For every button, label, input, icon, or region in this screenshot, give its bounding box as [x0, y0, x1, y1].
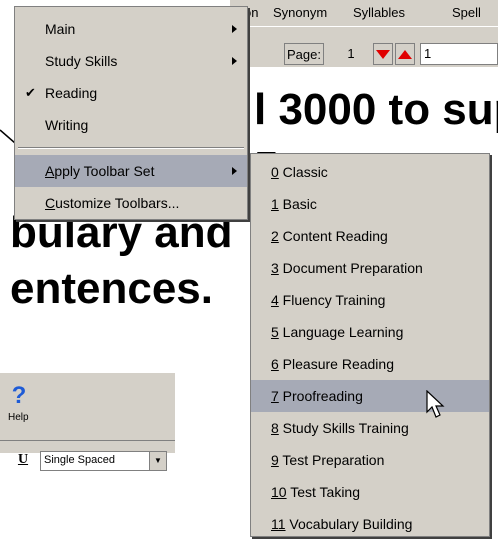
menu-item-label: Reading [45, 85, 98, 101]
menu-item-label: 8 Study Skills Training [271, 420, 409, 436]
menu-item-apply-toolbar-set[interactable]: Apply Toolbar Set [15, 155, 247, 187]
toolbar-set-study-skills-training[interactable]: 8 Study Skills Training [251, 412, 489, 444]
toolbar-set-content-reading[interactable]: 2 Content Reading [251, 220, 489, 252]
menu-syllables[interactable]: Syllables [353, 5, 405, 20]
menu-item-writing[interactable]: Writing [15, 109, 247, 141]
toolbar-set-proofreading[interactable]: 7 Proofreading [251, 380, 489, 412]
menu-item-label: 9 Test Preparation [271, 452, 385, 468]
submenu-arrow-icon [232, 25, 237, 33]
menu-item-label: 0 Classic [271, 164, 328, 180]
menu-item-label: Study Skills [45, 53, 118, 69]
page-label: Page: [284, 43, 324, 65]
checkmark-icon: ✔ [25, 85, 36, 100]
menu-item-label: 6 Pleasure Reading [271, 356, 394, 372]
mouse-cursor-icon [426, 390, 445, 418]
document-line-4: entences. [10, 264, 213, 313]
toolbar-set-test-preparation[interactable]: 9 Test Preparation [251, 444, 489, 476]
menu-item-label: Customize Toolbars... [45, 195, 180, 211]
menu-item-customize-toolbars[interactable]: Customize Toolbars... [15, 187, 247, 219]
menu-item-label: 7 Proofreading [271, 388, 363, 404]
menu-bar: on Synonym Syllables Spell [230, 0, 498, 26]
page-up-button[interactable] [395, 43, 415, 65]
page-number[interactable]: 1 [332, 43, 370, 65]
menu-item-label: 2 Content Reading [271, 228, 388, 244]
menu-item-label: 4 Fluency Training [271, 292, 386, 308]
toolbar-divider [0, 440, 175, 441]
document-line-1: l 3000 to sup [254, 85, 498, 134]
chevron-down-icon[interactable]: ▼ [149, 452, 166, 470]
page-down-button[interactable] [373, 43, 393, 65]
arrow-up-icon [398, 50, 412, 59]
menu-item-main[interactable]: Main [15, 13, 247, 45]
zoom-field[interactable]: 1 [420, 43, 498, 65]
toolbar-set-language-learning[interactable]: 5 Language Learning [251, 316, 489, 348]
menu-item-label: Apply Toolbar Set [45, 163, 155, 179]
submenu-arrow-icon [232, 167, 237, 175]
menu-item-study-skills[interactable]: Study Skills [15, 45, 247, 77]
menu-synonym[interactable]: Synonym [273, 5, 327, 20]
menu-item-label: 1 Basic [271, 196, 317, 212]
menu-item-label: 5 Language Learning [271, 324, 404, 340]
menu-item-label: 10 Test Taking [271, 484, 360, 500]
help-icon[interactable]: ? [10, 384, 28, 408]
menu-item-label: 11 Vocabulary Building [271, 516, 413, 532]
toolbar-set-pleasure-reading[interactable]: 6 Pleasure Reading [251, 348, 489, 380]
toolbar-context-menu: Main Study Skills ✔ Reading Writing Appl… [14, 6, 248, 220]
help-label: Help [8, 412, 29, 423]
toolbar-set-basic[interactable]: 1 Basic [251, 188, 489, 220]
toolbar-set-vocabulary-building[interactable]: 11 Vocabulary Building [251, 508, 489, 540]
menu-item-label: 3 Document Preparation [271, 260, 423, 276]
toolbar-set-test-taking[interactable]: 10 Test Taking [251, 476, 489, 508]
line-spacing-value: Single Spaced [44, 454, 115, 466]
toolbar-set-classic[interactable]: 0 Classic [251, 156, 489, 188]
menu-item-label: Main [45, 21, 76, 37]
arrow-down-icon [376, 50, 390, 59]
menu-spell[interactable]: Spell [452, 5, 481, 20]
menu-item-label: Writing [45, 117, 89, 133]
submenu-arrow-icon [232, 57, 237, 65]
toolbar-set-fluency-training[interactable]: 4 Fluency Training [251, 284, 489, 316]
underline-button[interactable]: U [14, 451, 32, 469]
menu-item-reading[interactable]: ✔ Reading [15, 77, 247, 109]
menu-separator [18, 147, 244, 149]
toolbar-set-document-preparation[interactable]: 3 Document Preparation [251, 252, 489, 284]
toolbar-set-submenu: 0 Classic 1 Basic 2 Content Reading 3 Do… [250, 153, 490, 537]
line-spacing-select[interactable]: Single Spaced ▼ [40, 451, 167, 471]
